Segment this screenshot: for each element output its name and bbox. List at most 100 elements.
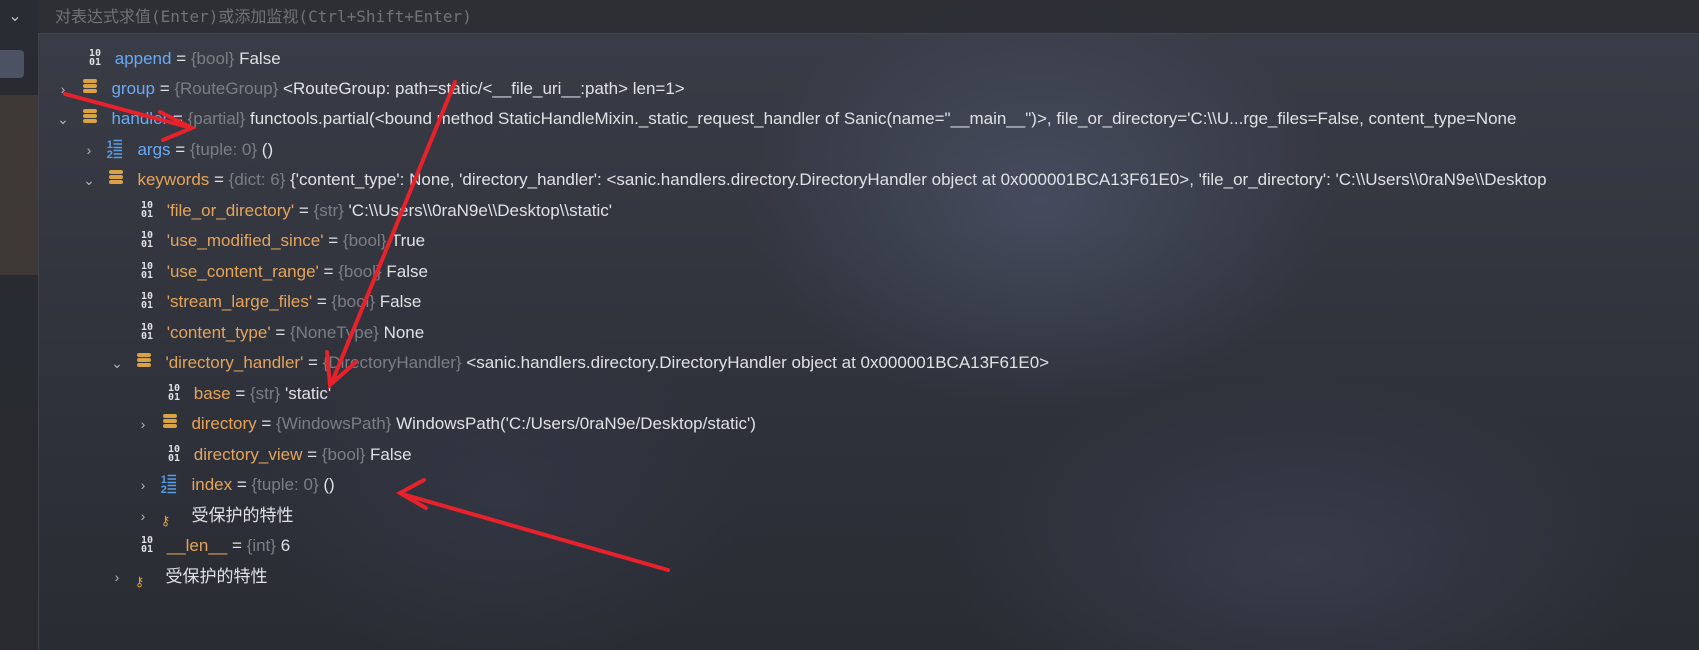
- list-icon: 1☰ 2☰: [106, 138, 123, 161]
- binary-value-icon: 10 01: [140, 321, 154, 342]
- chevron-right-icon[interactable]: ›: [130, 501, 156, 531]
- gutter-strip: [0, 95, 38, 275]
- binary-value-icon: 10 01: [167, 443, 181, 464]
- var-value: 'static': [284, 384, 332, 403]
- var-name: 'use_modified_since': [166, 231, 324, 250]
- object-icon: [135, 352, 157, 373]
- expression-bar: [38, 0, 1699, 34]
- chevron-down-icon[interactable]: ⌄: [104, 348, 130, 378]
- left-gutter: [0, 0, 39, 650]
- var-value: False: [370, 445, 412, 464]
- chevron-down-icon[interactable]: ⌄: [76, 165, 102, 195]
- var-type: {int}: [246, 536, 276, 555]
- var-value: False: [379, 292, 422, 311]
- var-name: group: [111, 79, 155, 98]
- var-type: {bool}: [342, 231, 387, 250]
- var-value: 6: [280, 536, 291, 555]
- tree-row-keywords[interactable]: ⌄ keywords = {dict: 6} {'content_type': …: [76, 165, 1547, 195]
- tree-row-append[interactable]: 10 01 append = {bool} False: [84, 44, 281, 74]
- object-icon: [107, 169, 129, 190]
- var-name: 'file_or_directory': [166, 201, 295, 220]
- var-name: base: [193, 384, 231, 403]
- tree-row-len[interactable]: 10 01 __len__ = {int} 6: [136, 531, 290, 561]
- binary-value-icon: 10 01: [140, 290, 154, 311]
- var-value: False: [239, 49, 281, 68]
- var-type: {str}: [250, 384, 281, 403]
- var-name: 'use_content_range': [166, 262, 319, 281]
- var-name: directory_view: [193, 445, 303, 464]
- var-name: args: [137, 140, 171, 159]
- var-type: {dict: 6}: [228, 170, 286, 189]
- var-type: {partial}: [187, 109, 246, 128]
- var-name: directory: [191, 414, 257, 433]
- binary-value-icon: 10 01: [167, 382, 181, 403]
- var-name: 'directory_handler': [165, 353, 304, 372]
- var-type: {tuple: 0}: [189, 140, 258, 159]
- chevron-right-icon[interactable]: ›: [104, 562, 130, 592]
- var-type: {DirectoryHandler}: [322, 353, 462, 372]
- tree-row-directory[interactable]: › directory = {WindowsPath} WindowsPath(…: [130, 409, 756, 439]
- tree-row-content-type[interactable]: 10 01 'content_type' = {NoneType} None: [136, 318, 424, 348]
- chevron-right-icon[interactable]: ›: [50, 74, 76, 104]
- chevron-down-icon[interactable]: ⌄: [50, 104, 76, 134]
- var-value: 'C:\\Users\\0raN9e\\Desktop\\static': [348, 201, 613, 220]
- var-name: append: [114, 49, 172, 68]
- var-type: {str}: [313, 201, 344, 220]
- binary-value-icon: 10 01: [140, 199, 154, 220]
- tree-row-protected-attributes-outer[interactable]: › ⚷ 受保护的特性: [104, 562, 268, 592]
- binary-value-icon: 10 01: [140, 229, 154, 250]
- tree-row-stream-large-files[interactable]: 10 01 'stream_large_files' = {bool} False: [136, 287, 421, 317]
- var-type: {bool}: [321, 445, 366, 464]
- var-name: handler: [111, 109, 169, 128]
- chevron-right-icon[interactable]: ›: [76, 135, 102, 165]
- var-type: {bool}: [190, 49, 235, 68]
- var-name: 'content_type': [166, 323, 271, 342]
- tree-row-directory-handler[interactable]: ⌄ 'directory_handler' = {DirectoryHandle…: [104, 348, 1049, 378]
- key-icon: ⚷: [160, 512, 171, 528]
- var-value: functools.partial(<bound method StaticHa…: [249, 109, 1517, 128]
- binary-value-icon: 10 01: [88, 47, 102, 68]
- var-name: __len__: [166, 536, 228, 555]
- var-name: keywords: [137, 170, 210, 189]
- chevron-right-icon[interactable]: ›: [130, 470, 156, 500]
- var-value: True: [390, 231, 426, 250]
- var-name: 'stream_large_files': [166, 292, 313, 311]
- var-type: {tuple: 0}: [251, 475, 319, 494]
- object-icon: [161, 413, 183, 434]
- var-value: (): [261, 140, 274, 159]
- expression-input[interactable]: [55, 0, 1655, 32]
- var-type: {WindowsPath}: [276, 414, 392, 433]
- object-icon: [81, 108, 103, 129]
- var-value: WindowsPath('C:/Users/0raN9e/Desktop/sta…: [396, 414, 756, 433]
- var-value: False: [386, 262, 428, 281]
- tree-row-protected-attributes[interactable]: › ⚷ 受保护的特性: [130, 501, 294, 531]
- group-label: 受保护的特性: [165, 567, 268, 586]
- key-icon: ⚷: [134, 573, 145, 589]
- tree-row-handler[interactable]: ⌄ handler = {partial} functools.partial(…: [50, 104, 1516, 134]
- chevron-right-icon[interactable]: ›: [130, 409, 156, 439]
- var-type: {RouteGroup}: [174, 79, 279, 98]
- tree-row-group[interactable]: › group = {RouteGroup} <RouteGroup: path…: [50, 74, 685, 104]
- var-value: None: [383, 323, 425, 342]
- tree-row-index[interactable]: › 1☰ 2☰ index = {tuple: 0} (): [130, 470, 335, 500]
- binary-value-icon: 10 01: [140, 260, 154, 281]
- var-value: <sanic.handlers.directory.DirectoryHandl…: [466, 353, 1050, 372]
- chevron-down-icon[interactable]: ⌄: [4, 6, 26, 28]
- var-name: index: [191, 475, 233, 494]
- object-icon: [81, 78, 103, 99]
- var-value: (): [323, 475, 335, 494]
- var-type: {bool}: [331, 292, 376, 311]
- tree-row-file-or-directory[interactable]: 10 01 'file_or_directory' = {str} 'C:\\Us…: [136, 196, 612, 226]
- var-value: {'content_type': None, 'directory_handle…: [290, 170, 1547, 189]
- tree-row-args[interactable]: › 1☰ 2☰ args = {tuple: 0} (): [76, 135, 273, 165]
- binary-value-icon: 10 01: [140, 534, 154, 555]
- tree-row-base[interactable]: 10 01 base = {str} 'static': [163, 379, 331, 409]
- var-type: {bool}: [338, 262, 382, 281]
- var-value: <RouteGroup: path=static/<__file_uri__:p…: [283, 79, 685, 98]
- gutter-selected-marker[interactable]: [0, 50, 24, 78]
- list-icon: 1☰ 2☰: [160, 473, 177, 496]
- tree-row-directory-view[interactable]: 10 01 directory_view = {bool} False: [163, 440, 412, 470]
- group-label: 受保护的特性: [191, 506, 294, 525]
- tree-row-use-content-range[interactable]: 10 01 'use_content_range' = {bool} False: [136, 257, 428, 287]
- tree-row-use-modified-since[interactable]: 10 01 'use_modified_since' = {bool} True: [136, 226, 425, 256]
